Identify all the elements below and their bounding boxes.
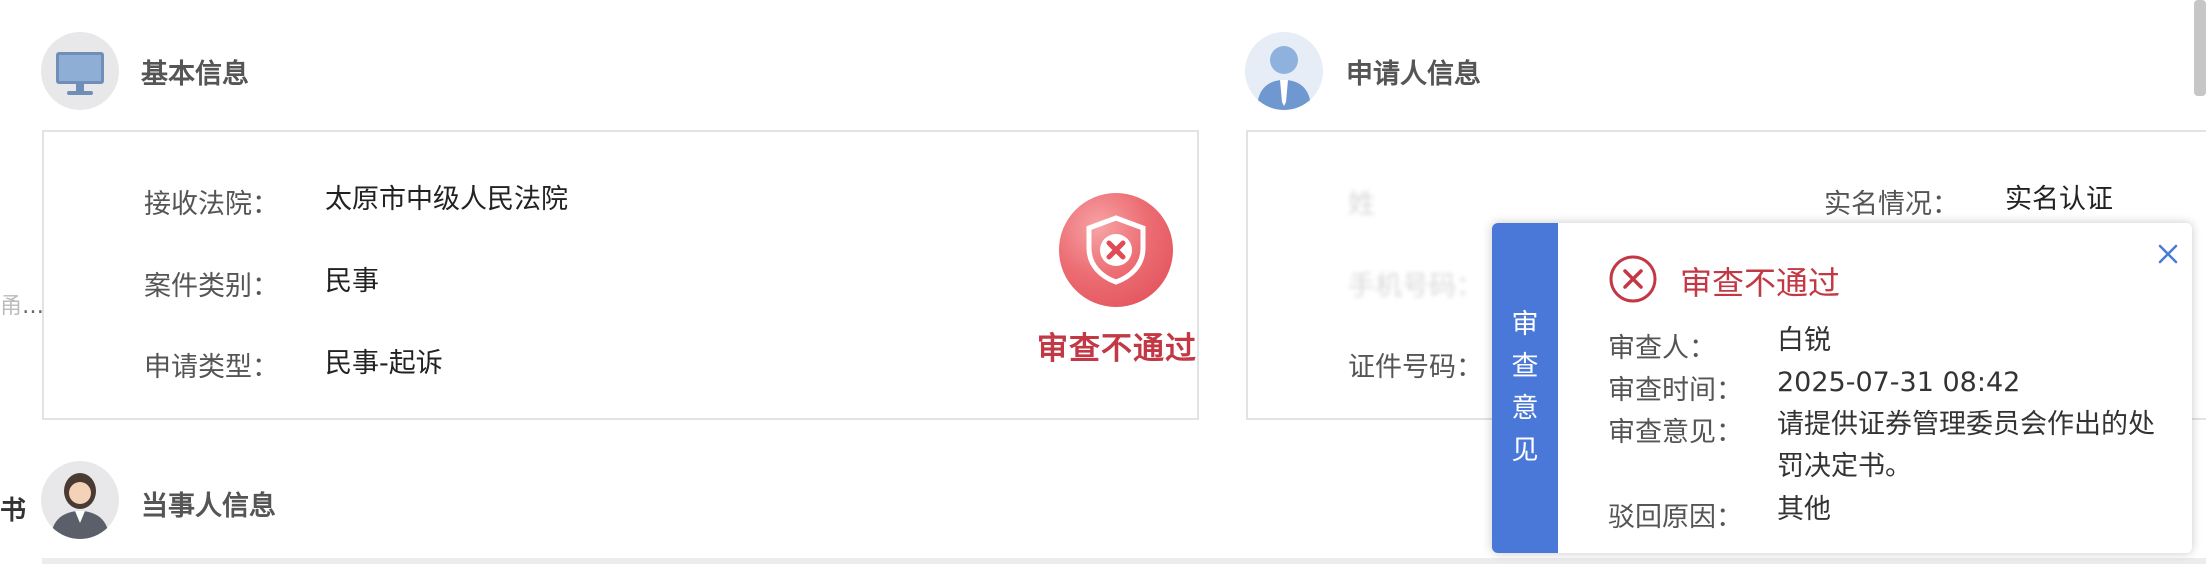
review-time-label: 审查时间： bbox=[1608, 375, 1743, 406]
review-opinion-value: 请提供证券管理委员会作出的处罚决定书。 bbox=[1777, 409, 2155, 482]
reject-reason-label: 驳回原因： bbox=[1608, 502, 1743, 533]
tab-char: 意 bbox=[1511, 393, 1539, 424]
person-male-icon bbox=[1245, 32, 1323, 110]
reject-stamp-text: 审查不通过 bbox=[1037, 331, 1197, 367]
section-title-applicant-info: 申请人信息 bbox=[1346, 59, 1481, 90]
court-value: 太原市中级人民法院 bbox=[325, 184, 568, 215]
case-category-value: 民事 bbox=[325, 266, 379, 297]
truncated-text: 甬… bbox=[0, 294, 45, 319]
x-circle-icon bbox=[1608, 254, 1658, 308]
name-label: 姓 bbox=[1348, 189, 1375, 220]
apply-type-value: 民事-起诉 bbox=[325, 348, 443, 379]
phone-label: 手机号码： bbox=[1348, 271, 1483, 302]
person-female-icon bbox=[41, 461, 119, 539]
review-status: 审查不通过 bbox=[1680, 264, 1841, 302]
section-title-basic-info: 基本信息 bbox=[141, 59, 249, 90]
case-category-label: 案件类别： bbox=[144, 271, 279, 302]
review-opinion-label: 审查意见： bbox=[1608, 417, 1743, 448]
tab-char: 见 bbox=[1511, 435, 1539, 466]
review-opinion-tab[interactable]: 审 查 意 见 bbox=[1492, 223, 1558, 553]
id-number-label: 证件号码： bbox=[1348, 352, 1483, 383]
scrollbar-thumb[interactable] bbox=[2194, 0, 2206, 96]
tab-char: 审 bbox=[1511, 309, 1539, 340]
review-opinion-panel: 审 查 意 见 审查不通过 审查人： 白锐 审查时间： 2025-07-31 0… bbox=[1492, 223, 2192, 553]
court-label: 接收法院： bbox=[144, 189, 279, 220]
section-title-party-info: 当事人信息 bbox=[141, 491, 276, 522]
truncated-heading: 书 bbox=[0, 496, 27, 526]
close-icon[interactable] bbox=[2156, 239, 2180, 274]
realname-value: 实名认证 bbox=[2005, 184, 2113, 215]
shield-x-icon bbox=[1059, 193, 1173, 307]
apply-type-label: 申请类型： bbox=[144, 352, 279, 383]
review-time-value: 2025-07-31 08:42 bbox=[1777, 367, 2021, 398]
basic-info-box: 接收法院： 太原市中级人民法院 案件类别： 民事 申请类型： 民事-起诉 bbox=[42, 130, 1199, 420]
party-info-box-edge bbox=[42, 558, 2206, 564]
reviewer-label: 审查人： bbox=[1608, 333, 1716, 364]
reviewer-value: 白锐 bbox=[1777, 325, 1831, 356]
reject-reason-value: 其他 bbox=[1777, 494, 1831, 525]
realname-label: 实名情况： bbox=[1824, 189, 1959, 220]
monitor-icon bbox=[41, 32, 119, 110]
tab-char: 查 bbox=[1511, 351, 1539, 382]
